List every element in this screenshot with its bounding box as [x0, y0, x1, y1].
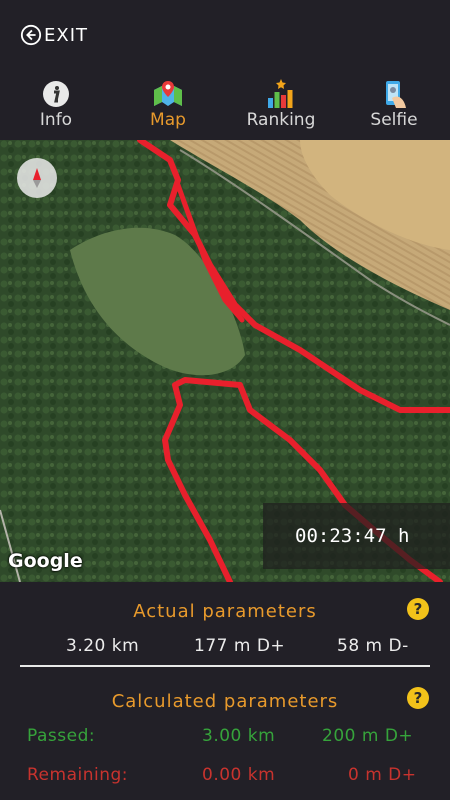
help-icon[interactable]: ? [407, 687, 429, 709]
remaining-ascent: 0 m D+ [348, 765, 417, 785]
tab-selfie[interactable]: Selfie [338, 70, 450, 140]
elapsed-time-box: 00:23:47 h [263, 503, 450, 569]
tab-info-label: Info [39, 110, 73, 130]
back-arrow-icon [20, 24, 42, 46]
passed-label: Passed: [27, 726, 96, 746]
actual-parameters-title: Actual parameters [133, 601, 317, 622]
tab-ranking-label: Ranking [246, 110, 316, 130]
passed-distance: 3.00 km [202, 726, 276, 746]
google-watermark: Google [8, 550, 83, 572]
elapsed-time: 00:23:47 h [295, 525, 410, 547]
tab-bar: Info Map Ranking Selfie [0, 70, 450, 140]
actual-ascent: 177 m D+ [194, 636, 286, 656]
exit-label: EXIT [44, 24, 89, 46]
tab-ranking[interactable]: Ranking [225, 70, 337, 140]
selfie-icon [386, 81, 406, 108]
tab-selfie-label: Selfie [370, 110, 418, 130]
actual-distance: 3.20 km [66, 636, 140, 656]
compass-button[interactable] [17, 158, 57, 198]
calculated-parameters-title: Calculated parameters [111, 691, 339, 712]
tab-info[interactable]: Info [0, 70, 112, 140]
top-bar: EXIT [0, 0, 450, 70]
help-icon[interactable]: ? [407, 598, 429, 620]
actual-descent: 58 m D- [337, 636, 409, 656]
remaining-label: Remaining: [27, 765, 128, 785]
map-view[interactable]: Google 00:23:47 h [0, 140, 450, 582]
remaining-distance: 0.00 km [202, 765, 276, 785]
exit-button[interactable]: EXIT [20, 22, 88, 48]
ranking-icon [268, 79, 293, 108]
info-icon [43, 81, 69, 107]
passed-ascent: 200 m D+ [322, 726, 414, 746]
divider [20, 665, 430, 667]
compass-icon [33, 168, 41, 188]
tab-map-label: Map [150, 110, 186, 130]
parameters-panel: Actual parameters ? 3.20 km 177 m D+ 58 … [0, 582, 450, 800]
tab-map[interactable]: Map [112, 70, 224, 140]
map-icon [154, 81, 182, 106]
